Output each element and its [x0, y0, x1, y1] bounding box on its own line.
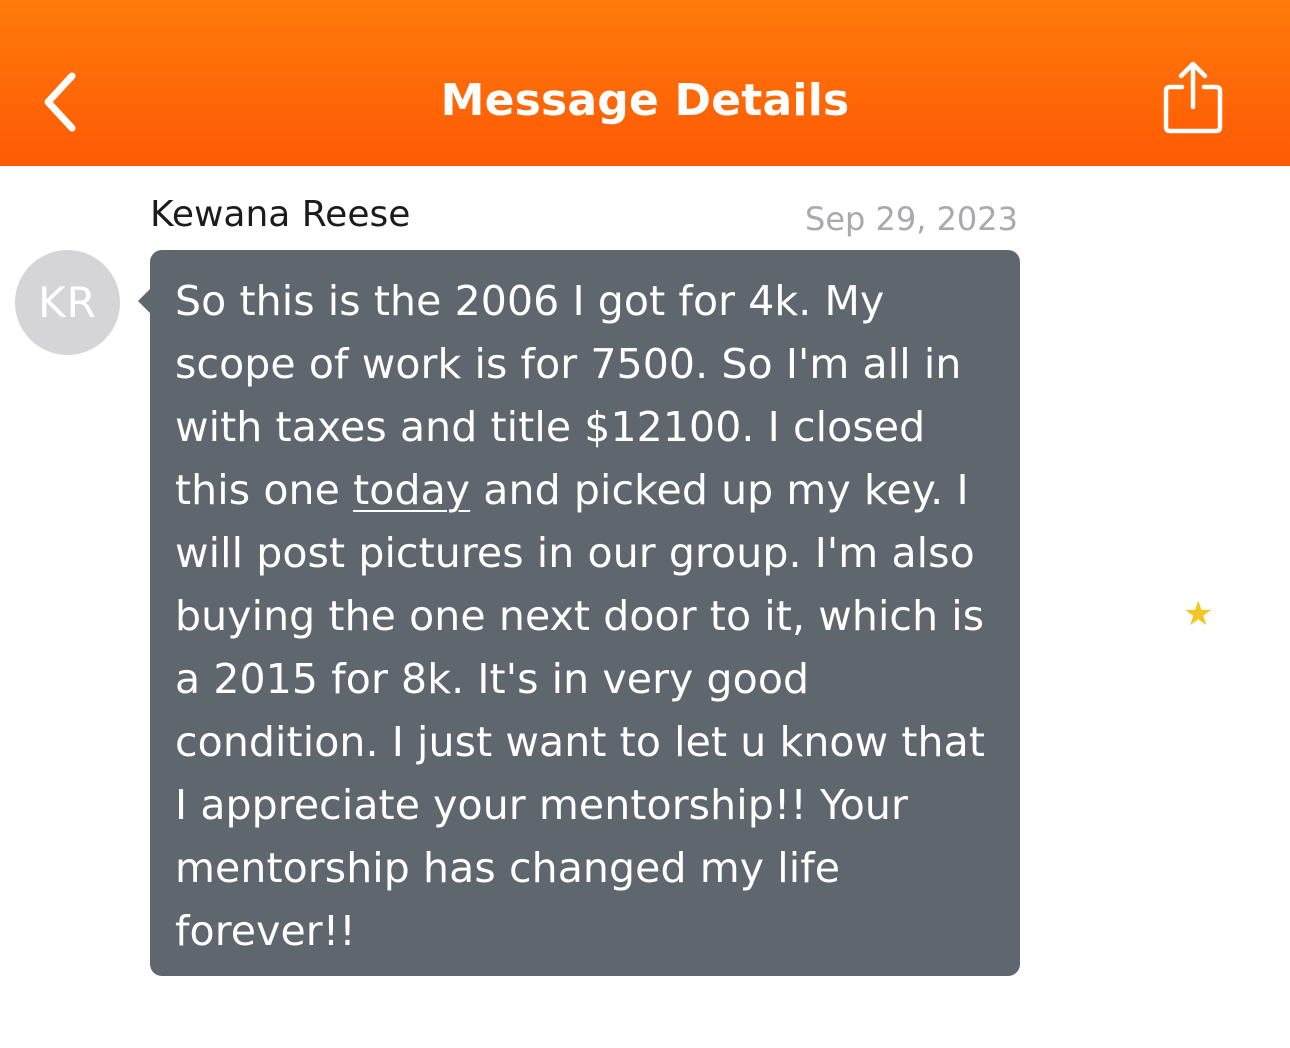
avatar-initials: KR [38, 278, 97, 327]
message-date: Sep 29, 2023 [805, 200, 1018, 238]
star-icon[interactable]: ★ [1183, 594, 1213, 634]
avatar[interactable]: KR [15, 250, 120, 355]
message-bubble[interactable]: So this is the 2006 I got for 4k. My sco… [150, 250, 1020, 976]
header-bar: Message Details [0, 0, 1290, 166]
message-text-part: and picked up my key. I will post pictur… [175, 466, 986, 955]
share-icon [1163, 61, 1223, 134]
share-button[interactable] [1158, 58, 1228, 138]
date-link[interactable]: today [353, 466, 470, 514]
page-title: Message Details [440, 75, 850, 126]
sender-name: Kewana Reese [150, 194, 411, 235]
message-text: So this is the 2006 I got for 4k. My sco… [175, 270, 1002, 963]
